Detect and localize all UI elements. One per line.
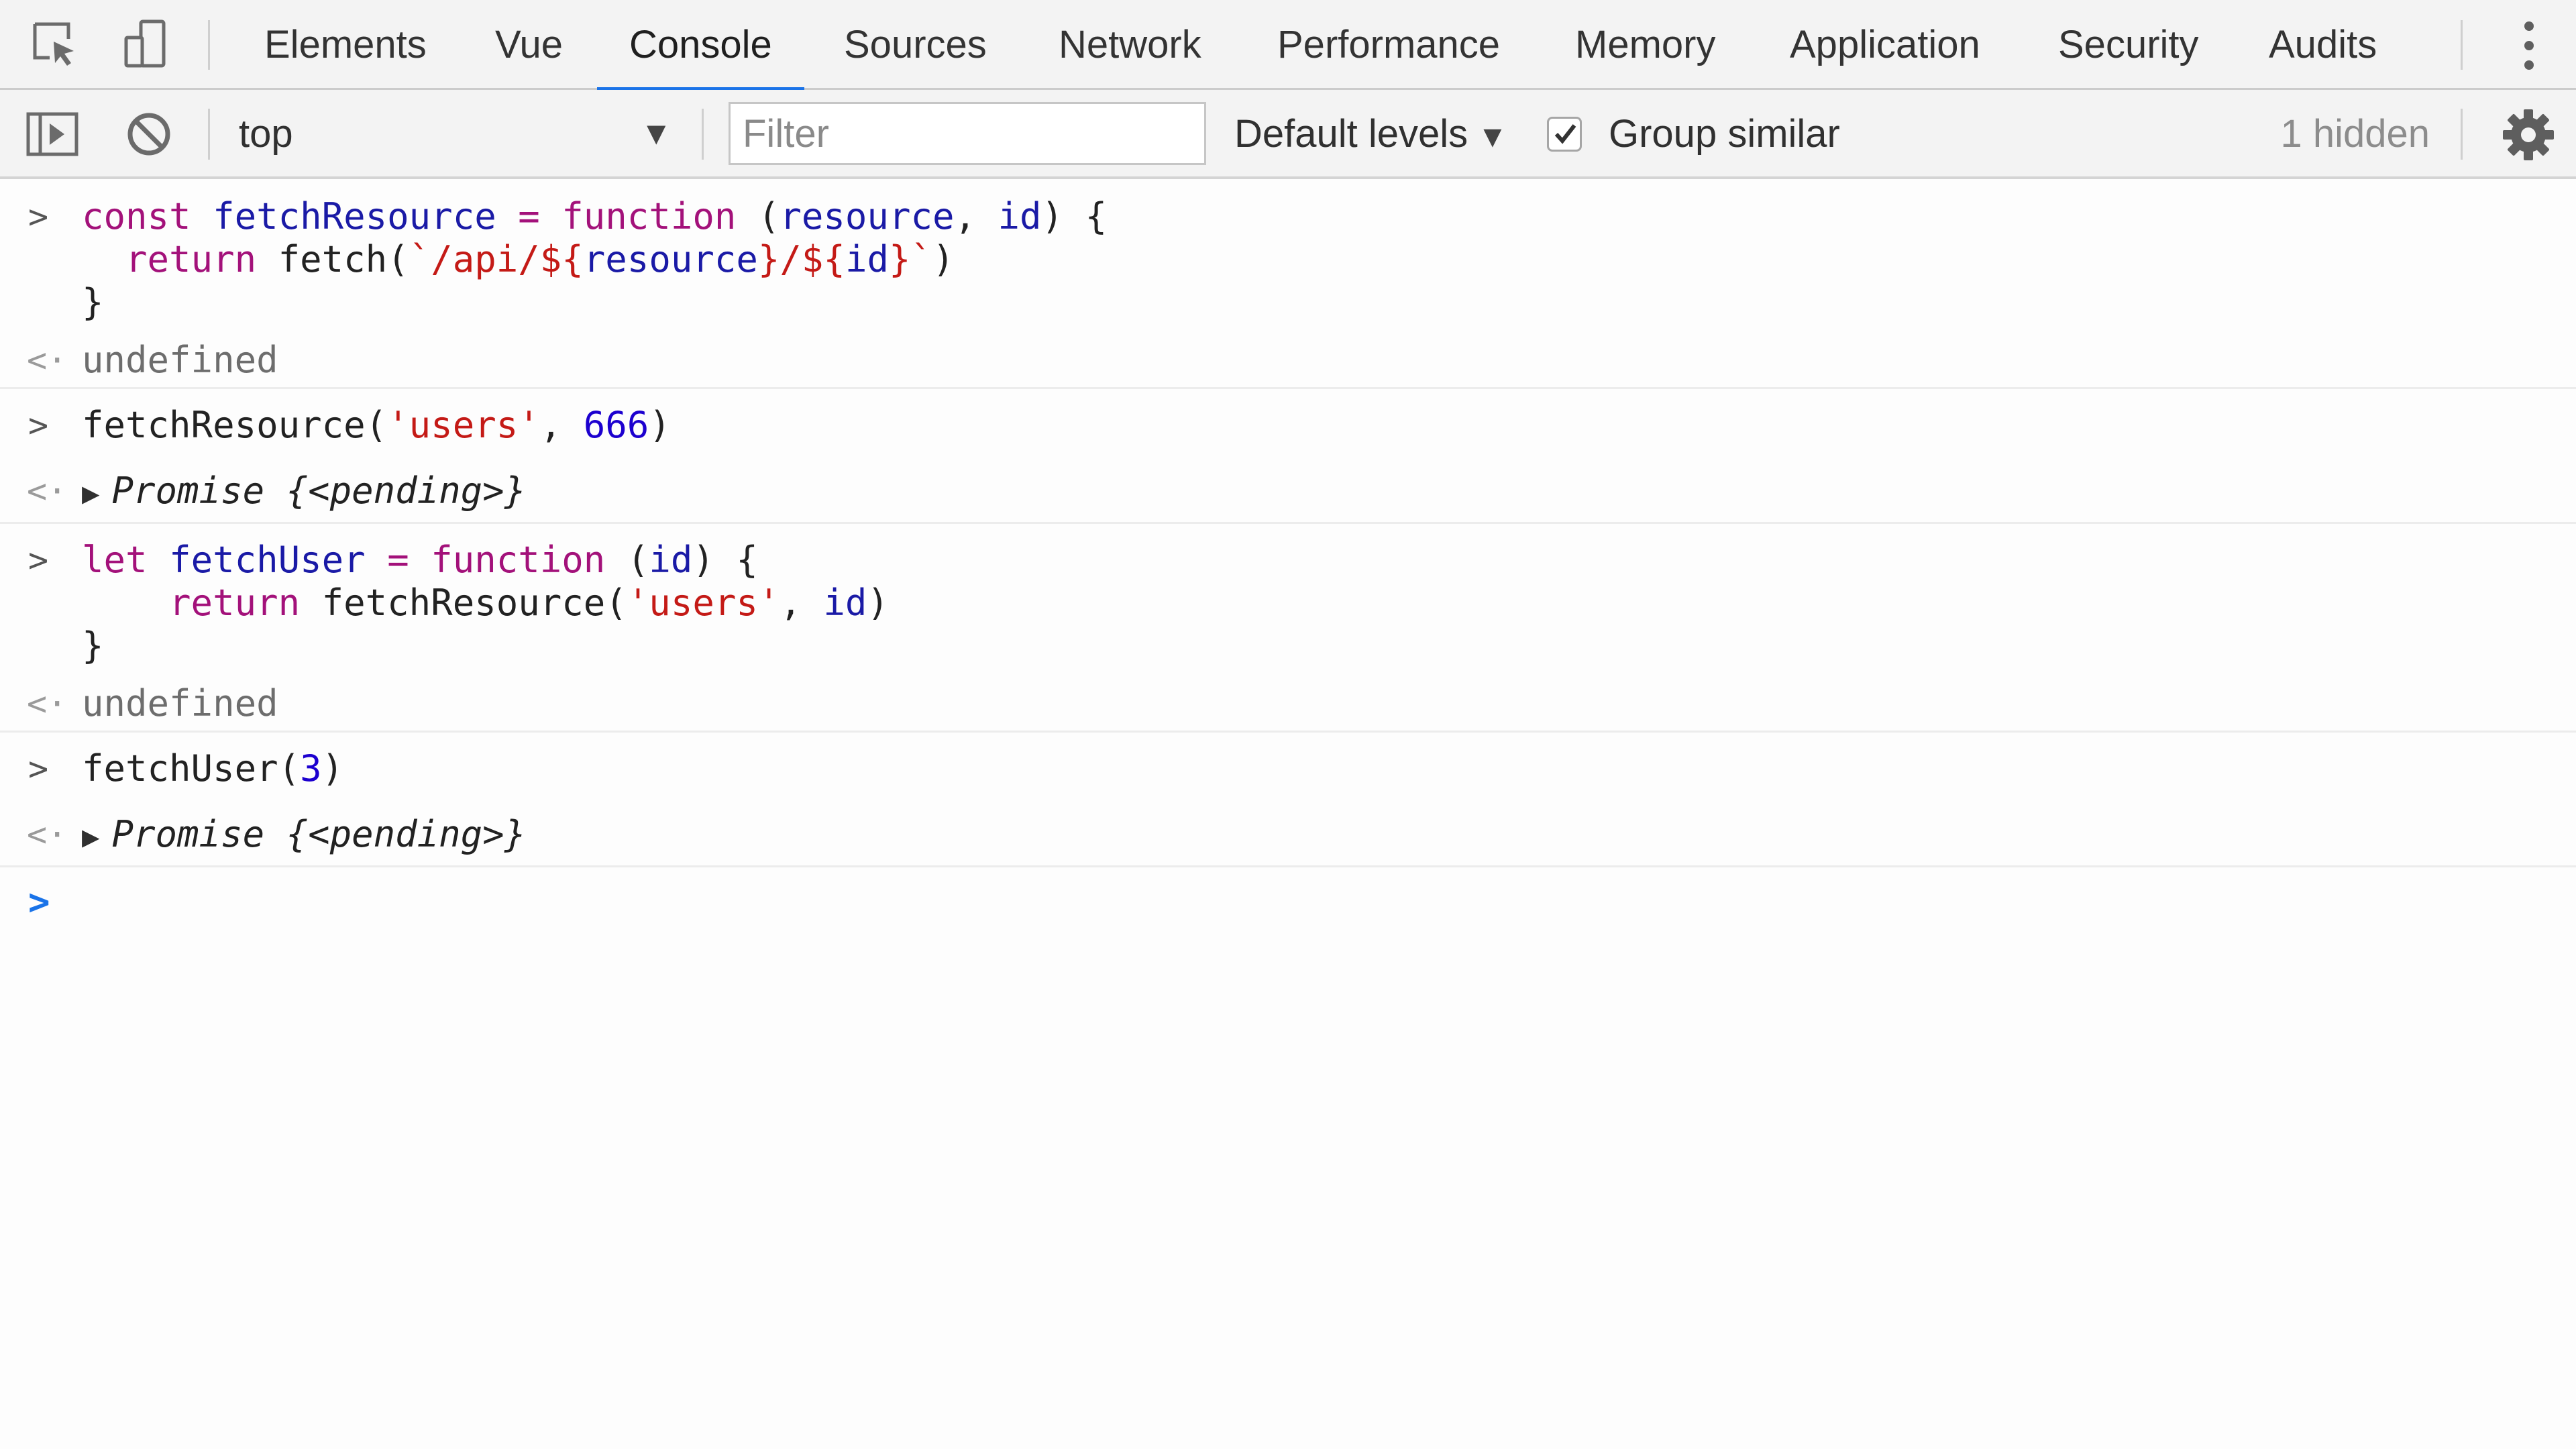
tab-application[interactable]: Application xyxy=(1758,0,2012,90)
expand-triangle-icon[interactable]: ▶ xyxy=(82,472,100,515)
code-text[interactable]: const fetchResource = function (resource… xyxy=(82,195,1107,238)
result-line: <· undefined xyxy=(0,682,2576,725)
input-prompt-icon: > xyxy=(28,197,49,236)
settings-gear-icon[interactable] xyxy=(2501,107,2556,162)
result-text: undefined xyxy=(82,682,278,724)
sidebar-toggle-icon[interactable] xyxy=(24,106,80,162)
console-entry: > const fetchResource = function (resour… xyxy=(0,195,2576,389)
code-text[interactable]: fetchUser(3) xyxy=(82,747,343,790)
result-line: <· ▶ Promise {<pending>} xyxy=(0,470,2576,513)
return-arrow-icon: <· xyxy=(27,341,68,380)
input-line: } xyxy=(0,625,2576,667)
code-text[interactable]: } xyxy=(82,625,104,667)
code-text[interactable]: return fetchResource('users', id) xyxy=(82,582,889,625)
return-arrow-icon: <· xyxy=(27,472,68,511)
input-prompt-icon: > xyxy=(28,406,49,445)
console-toolbar: top ▼ Default levels ▼ Group similar 1 hi… xyxy=(0,90,2576,179)
input-line: return fetch(`/api/${resource}/${id}`) xyxy=(0,238,2576,281)
dropdown-arrow-icon: ▼ xyxy=(1477,119,1508,154)
code-text[interactable]: } xyxy=(82,281,104,324)
code-text[interactable]: return fetch(`/api/${resource}/${id}`) xyxy=(82,238,955,281)
promise-object[interactable]: ▶ Promise {<pending>} xyxy=(82,470,526,515)
tab-performance[interactable]: Performance xyxy=(1245,0,1532,90)
result-text: Promise {<pending>} xyxy=(111,470,527,512)
tab-console[interactable]: Console xyxy=(597,0,804,92)
dropdown-arrow-icon: ▼ xyxy=(640,116,672,152)
input-line: > fetchResource('users', 666) xyxy=(0,404,2576,447)
input-line: > const fetchResource = function (resour… xyxy=(0,195,2576,238)
devtools-tab-bar: Elements Vue Console Sources Network Per… xyxy=(0,0,2576,92)
hidden-messages-count: 1 hidden xyxy=(2280,112,2430,156)
tab-network[interactable]: Network xyxy=(1026,0,1234,90)
console-entry: > fetchResource('users', 666) <· ▶ Promis… xyxy=(0,404,2576,524)
code-text[interactable]: fetchResource('users', 666) xyxy=(82,404,671,447)
promise-object[interactable]: ▶ Promise {<pending>} xyxy=(82,813,526,859)
toolbar-divider xyxy=(208,109,210,160)
context-selector[interactable]: top ▼ xyxy=(239,105,679,164)
return-arrow-icon: <· xyxy=(27,684,68,723)
result-text: Promise {<pending>} xyxy=(111,813,527,855)
input-prompt-icon: > xyxy=(28,541,49,580)
toolbar-divider xyxy=(208,20,210,70)
log-levels-dropdown[interactable]: Default levels ▼ xyxy=(1234,105,1508,164)
expand-triangle-icon[interactable]: ▶ xyxy=(82,816,100,859)
tab-elements[interactable]: Elements xyxy=(232,0,459,90)
toolbar-divider xyxy=(702,109,704,160)
console-input-area[interactable]: > xyxy=(0,867,2576,934)
input-line: > let fetchUser = function (id) { xyxy=(0,539,2576,582)
console-entry: > let fetchUser = function (id) { return… xyxy=(0,539,2576,733)
console-prompt-icon: > xyxy=(28,881,50,923)
console-entry: > fetchUser(3) <· ▶ Promise {<pending>} xyxy=(0,747,2576,867)
tab-security[interactable]: Security xyxy=(2026,0,2231,90)
tab-audits[interactable]: Audits xyxy=(2237,0,2409,90)
device-toolbar-icon[interactable] xyxy=(118,16,174,72)
clear-console-icon[interactable] xyxy=(121,106,177,162)
input-prompt-icon: > xyxy=(28,749,49,788)
input-line: } xyxy=(0,281,2576,324)
tab-memory[interactable]: Memory xyxy=(1543,0,1748,90)
toolbar-divider xyxy=(2461,109,2463,160)
result-line: <· undefined xyxy=(0,339,2576,382)
tab-vue[interactable]: Vue xyxy=(463,0,595,90)
console-output: > const fetchResource = function (resour… xyxy=(0,179,2576,934)
input-line: > fetchUser(3) xyxy=(0,747,2576,790)
filter-input[interactable] xyxy=(729,102,1206,165)
return-arrow-icon: <· xyxy=(27,815,68,854)
inspect-element-icon[interactable] xyxy=(27,16,83,72)
input-line: return fetchResource('users', id) xyxy=(0,582,2576,625)
toolbar-divider xyxy=(2461,20,2463,70)
tab-sources[interactable]: Sources xyxy=(812,0,1019,90)
context-value: top xyxy=(239,112,293,156)
group-similar-label: Group similar xyxy=(1609,112,1840,156)
group-similar-checkbox[interactable] xyxy=(1547,117,1582,152)
code-text[interactable]: let fetchUser = function (id) { xyxy=(82,539,758,582)
log-levels-label: Default levels xyxy=(1234,112,1468,156)
result-text: undefined xyxy=(82,339,278,381)
checkmark-icon xyxy=(1554,124,1576,144)
more-options-icon[interactable] xyxy=(2516,20,2542,71)
result-line: <· ▶ Promise {<pending>} xyxy=(0,813,2576,856)
